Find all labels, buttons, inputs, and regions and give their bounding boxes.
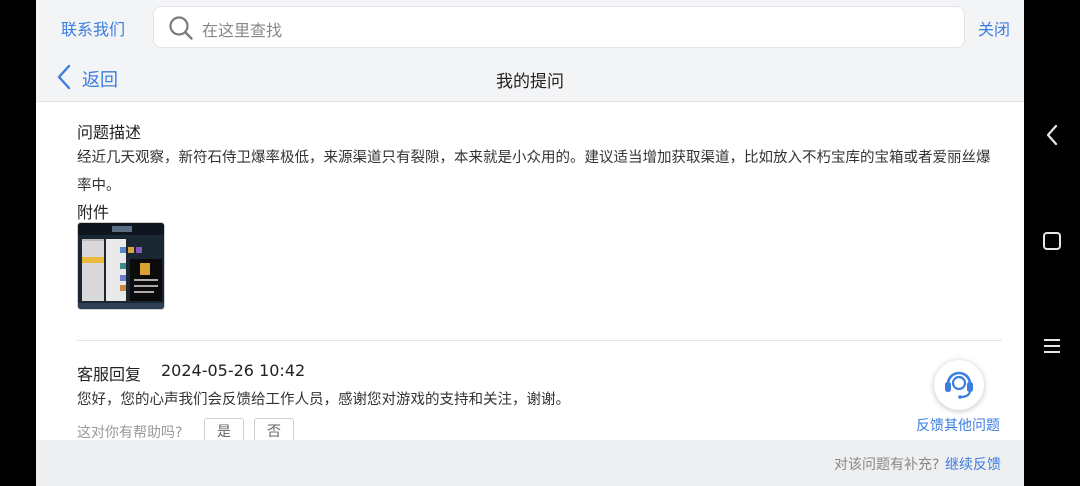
top-bar: 联系我们 在这里查找 关闭 bbox=[36, 0, 1024, 54]
reply-timestamp: 2024-05-26 10:42 bbox=[161, 361, 306, 380]
footer-bar: 对该问题有补充? 继续反馈 bbox=[36, 440, 1024, 486]
system-menu-button[interactable] bbox=[1040, 336, 1064, 360]
chevron-left-icon bbox=[1045, 124, 1059, 150]
square-icon bbox=[1042, 231, 1062, 255]
footer-question: 对该问题有补充? bbox=[834, 457, 940, 473]
contact-us-link[interactable]: 联系我们 bbox=[61, 16, 125, 40]
continue-feedback-link[interactable]: 继续反馈 bbox=[945, 454, 1001, 474]
search-placeholder: 在这里查找 bbox=[202, 21, 283, 40]
feedback-other-label[interactable]: 反馈其他问题 bbox=[916, 415, 1000, 435]
question-description: 经近几天观察，新符石侍卫爆率极低，来源渠道只有裂隙，本来就是小众用的。建议适当增… bbox=[77, 150, 991, 194]
system-home-button[interactable] bbox=[1040, 231, 1064, 255]
page-title: 我的提问 bbox=[496, 72, 564, 92]
page-header: 返回 我的提问 bbox=[36, 54, 1024, 102]
search-input[interactable]: 在这里查找 bbox=[153, 6, 965, 48]
close-button[interactable]: 关闭 bbox=[978, 16, 1010, 40]
feedback-fab-button[interactable] bbox=[934, 360, 984, 410]
menu-icon bbox=[1042, 336, 1062, 360]
attachments-title: 附件 bbox=[77, 203, 110, 222]
helpful-question: 这对你有帮助吗? bbox=[77, 425, 183, 441]
section-divider bbox=[77, 340, 1002, 341]
app-window: 联系我们 在这里查找 关闭 返回 我的提问 问题描述 经近几天观察，新符石侍卫爆… bbox=[36, 0, 1024, 486]
question-title: 问题描述 bbox=[77, 123, 142, 142]
reply-label: 客服回复 bbox=[77, 365, 142, 384]
reply-text: 您好，您的心声我们会反馈给工作人员，感谢您对游戏的支持和关注，谢谢。 bbox=[77, 392, 570, 408]
headset-icon bbox=[942, 366, 976, 404]
system-back-button[interactable] bbox=[1040, 124, 1064, 150]
attachment-thumbnail[interactable] bbox=[77, 222, 165, 310]
screen-left-edge bbox=[0, 0, 36, 486]
search-icon bbox=[168, 15, 194, 45]
